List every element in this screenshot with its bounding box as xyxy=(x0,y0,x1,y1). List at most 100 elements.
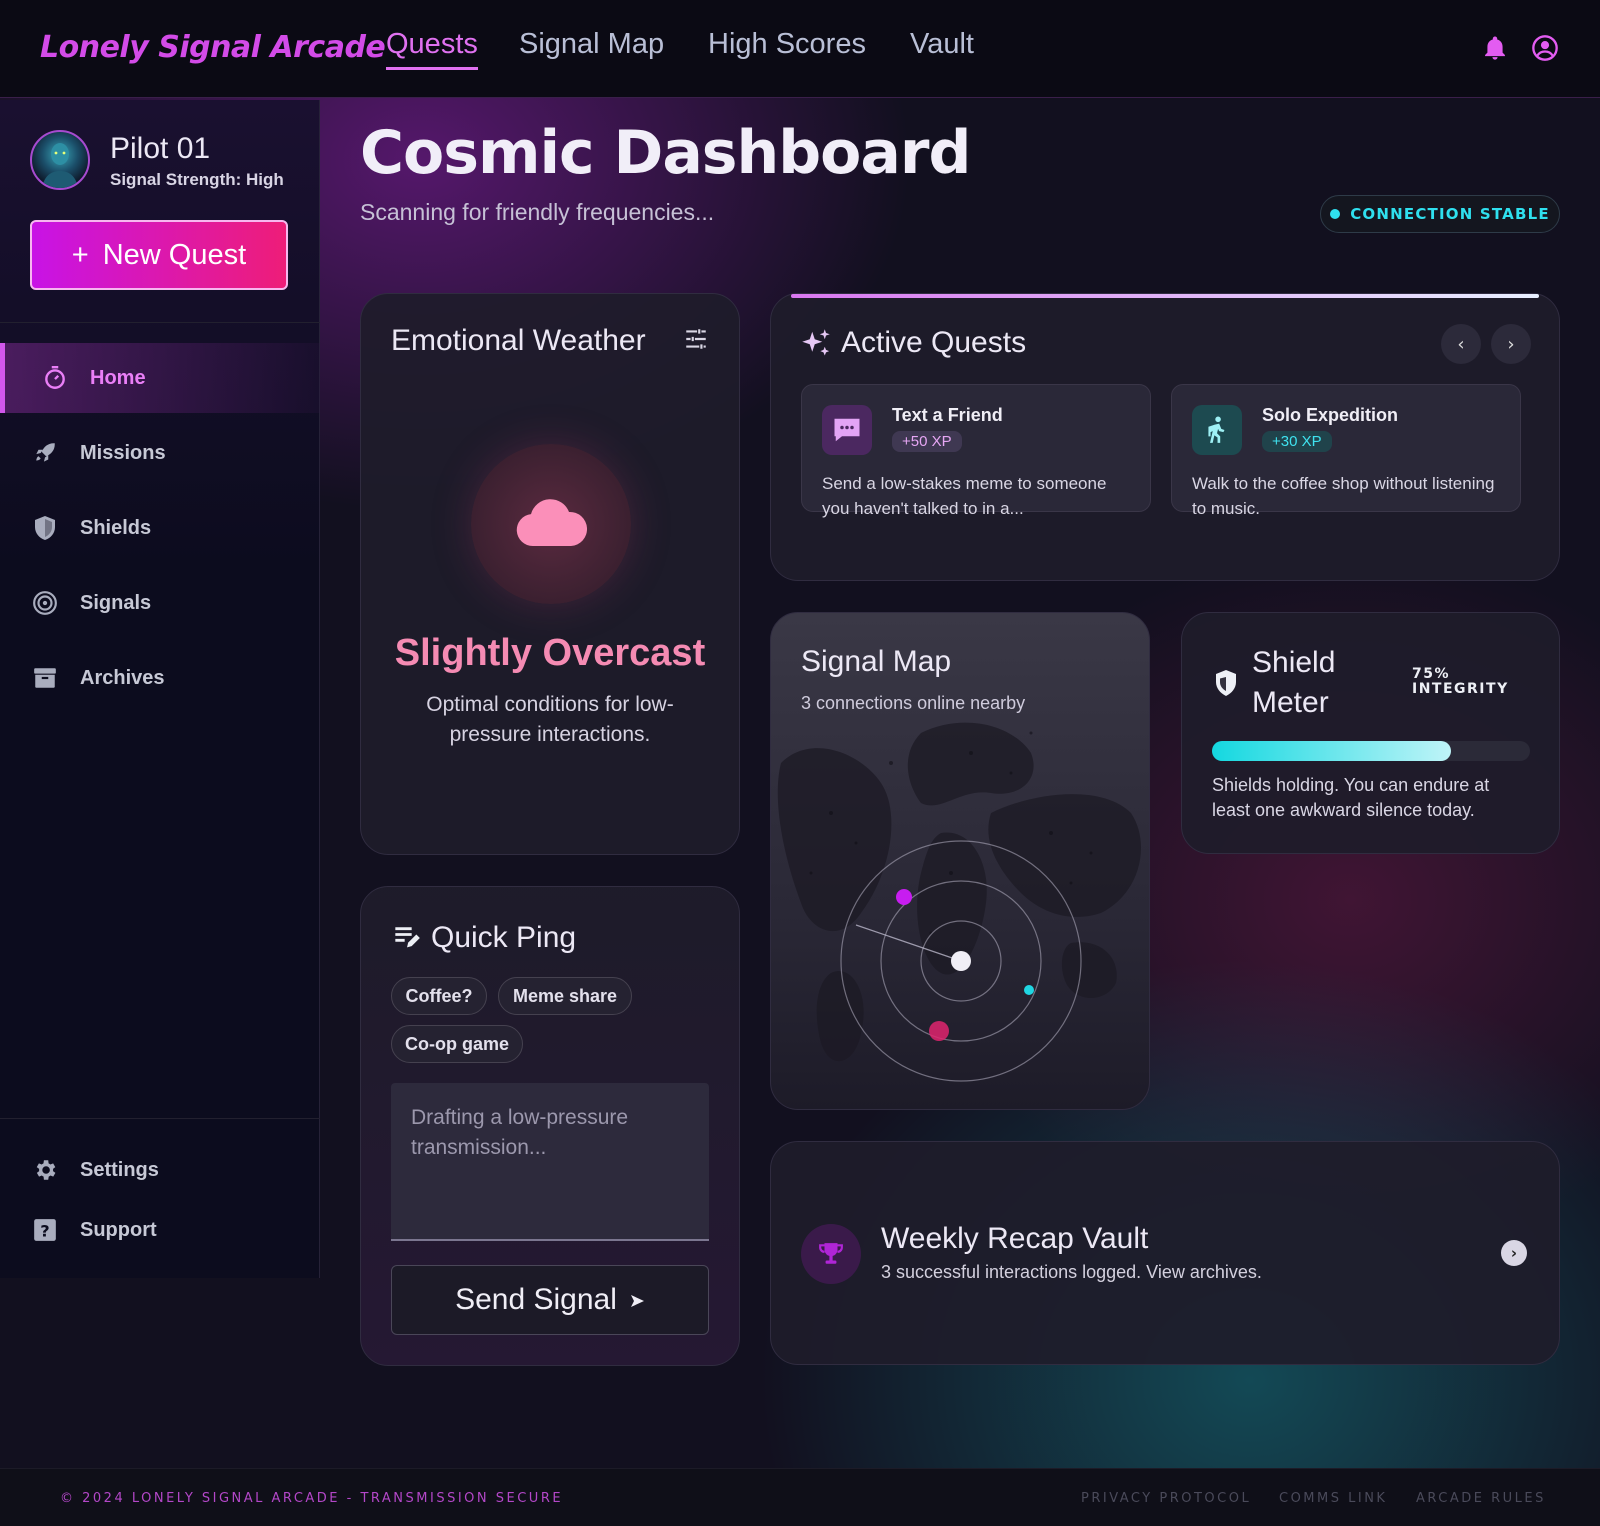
page-title: Cosmic Dashboard xyxy=(360,118,971,188)
edit-note-icon xyxy=(393,925,421,955)
status-badge: CONNECTION STABLE xyxy=(1320,195,1560,233)
signal-map-title: Signal Map xyxy=(801,645,952,678)
world-map-texture xyxy=(777,722,1141,1082)
chevron-right-icon[interactable]: › xyxy=(1491,324,1531,364)
sidebar-item-label: Support xyxy=(80,1218,157,1241)
integrity-bar xyxy=(1212,741,1530,761)
quest-tile[interactable]: Solo Expedition +30 XP Walk to the coffe… xyxy=(1171,384,1521,518)
ping-chip-coffee[interactable]: Coffee? xyxy=(391,977,487,1015)
quest-xp-badge: +50 XP xyxy=(892,431,962,452)
shield-meter-title: Shield Meter xyxy=(1252,643,1335,723)
weather-title: Emotional Weather xyxy=(391,324,646,357)
ping-chip-co-op-game[interactable]: Co-op game xyxy=(391,1025,523,1063)
signal-map-card[interactable]: Signal Map 3 connections online nearby xyxy=(770,612,1150,1110)
recap-title: Weekly Recap Vault xyxy=(881,1222,1149,1255)
send-signal-label: Send Signal xyxy=(455,1283,617,1316)
send-arrow-icon xyxy=(629,1283,645,1317)
sidebar-item-home[interactable]: Home xyxy=(0,343,320,413)
nav-quests[interactable]: Quests xyxy=(386,28,478,70)
sparkle-icon xyxy=(801,328,831,362)
top-navigation: Lonely Signal Arcade Quests Signal Map H… xyxy=(0,0,1600,98)
sidebar-item-missions[interactable]: Missions xyxy=(0,418,320,488)
timer-icon xyxy=(40,363,70,393)
new-quest-button[interactable]: + New Quest xyxy=(30,220,288,290)
active-quests-card: Active Quests ‹ › Text a Friend +50 XP S… xyxy=(770,293,1560,581)
footer: © 2024 LONELY SIGNAL ARCADE - TRANSMISSI… xyxy=(0,1468,1600,1526)
integrity-bar-fill xyxy=(1212,741,1451,761)
page-subtitle: Scanning for friendly frequencies... xyxy=(360,199,715,225)
sidebar-item-label: Shields xyxy=(80,516,152,539)
sidebar-item-label: Home xyxy=(90,366,146,389)
quest-tile[interactable]: Text a Friend +50 XP Send a low-stakes m… xyxy=(801,384,1151,518)
shield-icon xyxy=(30,513,60,543)
pilot-name: Pilot 01 xyxy=(110,132,211,165)
sidebar-item-label: Archives xyxy=(80,666,165,689)
status-text: CONNECTION STABLE xyxy=(1350,205,1550,223)
status-dot-icon xyxy=(1330,209,1341,219)
sidebar-item-label: Missions xyxy=(80,441,166,464)
integrity-readout: 75% INTEGRITY xyxy=(1412,667,1509,697)
footer-copyright: © 2024 LONELY SIGNAL ARCADE - TRANSMISSI… xyxy=(60,1491,564,1506)
sidebar-item-shields[interactable]: Shields xyxy=(0,493,320,563)
archive-icon xyxy=(30,663,60,693)
ping-chip-meme-share[interactable]: Meme share xyxy=(498,977,632,1015)
divider xyxy=(0,322,320,323)
tune-sliders-icon[interactable] xyxy=(683,326,709,356)
nav-signal-map[interactable]: Signal Map xyxy=(519,28,664,61)
rocket-icon xyxy=(30,438,60,468)
weekly-recap-card[interactable]: Weekly Recap Vault 3 successful interact… xyxy=(770,1141,1560,1365)
avatar[interactable] xyxy=(30,130,90,190)
quest-xp-badge: +30 XP xyxy=(1262,431,1332,452)
sidebar-item-archives[interactable]: Archives xyxy=(0,643,320,713)
shield-description: Shields holding. You can endure at least… xyxy=(1212,775,1490,820)
weather-condition: Slightly Overcast xyxy=(394,632,706,674)
target-icon xyxy=(30,588,60,618)
sidebar-item-support[interactable]: ? Support xyxy=(0,1195,320,1265)
emotional-weather-card: Emotional Weather Slightly Overcast Opti… xyxy=(360,293,740,855)
cloud-icon xyxy=(515,496,588,552)
signal-map-subtitle: 3 connections online nearby xyxy=(801,693,1026,713)
nav-high-scores[interactable]: High Scores xyxy=(708,28,866,61)
chat-bubble-icon xyxy=(822,405,872,455)
quest-name: Text a Friend xyxy=(892,405,1003,425)
pilot-signal-strength: Signal Strength: High xyxy=(110,170,284,189)
sidebar-item-label: Settings xyxy=(80,1158,159,1181)
bell-icon[interactable] xyxy=(1481,34,1509,62)
walking-person-icon xyxy=(1192,405,1242,455)
chevron-left-icon[interactable]: ‹ xyxy=(1441,324,1481,364)
sidebar: Pilot 01 Signal Strength: High + New Que… xyxy=(0,100,320,1278)
footer-link-comms[interactable]: COMMS LINK xyxy=(1279,1491,1387,1506)
shield-title-line1: Shield xyxy=(1252,646,1336,679)
quest-name: Solo Expedition xyxy=(1262,405,1399,425)
shield-icon xyxy=(1214,669,1238,701)
gear-icon xyxy=(30,1155,60,1185)
new-quest-label: New Quest xyxy=(102,238,247,271)
ping-message-input[interactable] xyxy=(391,1083,709,1241)
recap-subtitle: 3 successful interactions logged. View a… xyxy=(881,1262,1262,1282)
weather-orb xyxy=(471,444,631,604)
quick-ping-title: Quick Ping xyxy=(431,921,577,954)
shield-meter-card: Shield Meter 75% INTEGRITY Shields holdi… xyxy=(1181,612,1560,854)
chevron-right-icon[interactable]: › xyxy=(1501,1240,1527,1266)
nav-vault[interactable]: Vault xyxy=(910,28,974,61)
integrity-label: INTEGRITY xyxy=(1412,681,1509,697)
sidebar-item-label: Signals xyxy=(80,591,152,614)
divider xyxy=(0,1118,320,1119)
active-quests-title: Active Quests xyxy=(841,326,1027,359)
sidebar-item-signals[interactable]: Signals xyxy=(0,568,320,638)
account-circle-icon[interactable] xyxy=(1531,34,1559,62)
plus-icon: + xyxy=(71,238,89,271)
send-signal-button[interactable]: Send Signal xyxy=(391,1265,709,1335)
svg-text:?: ? xyxy=(40,1222,49,1241)
quick-ping-card: Quick Ping Coffee? Meme share Co-op game… xyxy=(360,886,740,1366)
trophy-icon xyxy=(801,1224,861,1284)
footer-link-privacy[interactable]: PRIVACY PROTOCOL xyxy=(1081,1491,1251,1506)
help-icon: ? xyxy=(30,1215,60,1245)
footer-link-rules[interactable]: ARCADE RULES xyxy=(1416,1491,1546,1506)
accent-line xyxy=(791,294,1539,298)
quest-description: Send a low-stakes meme to someone you ha… xyxy=(822,474,1107,518)
integrity-value: 75% xyxy=(1412,666,1451,682)
quest-description: Walk to the coffee shop without listenin… xyxy=(1192,474,1495,518)
shield-title-line2: Meter xyxy=(1252,686,1329,719)
brand-logo[interactable]: Lonely Signal Arcade xyxy=(40,30,386,65)
